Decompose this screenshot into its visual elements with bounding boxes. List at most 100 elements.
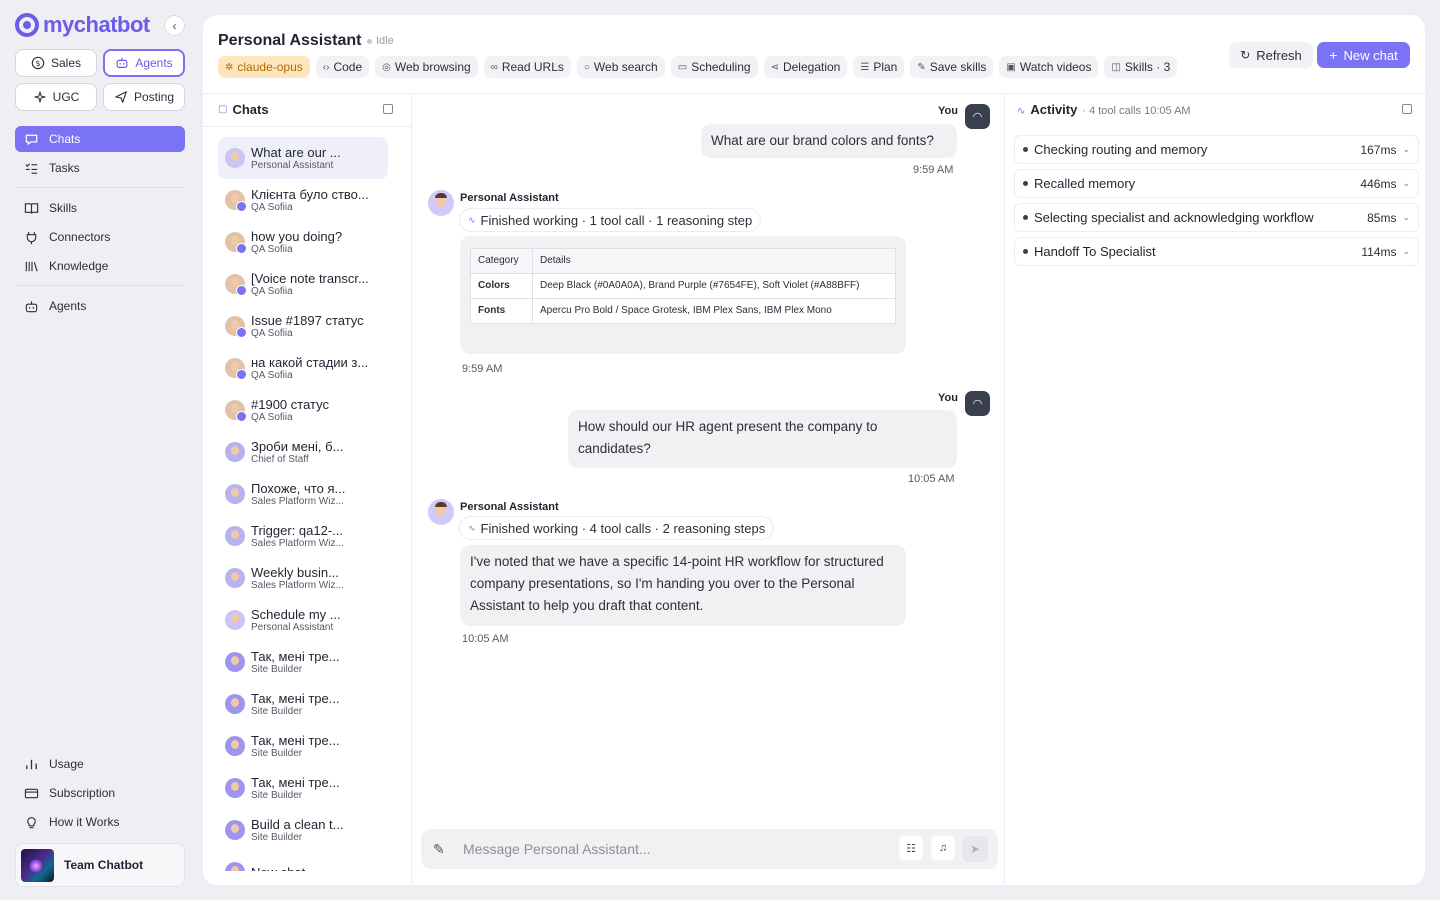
message-time: 10:05 AM [462, 633, 509, 645]
work-summary-chip[interactable]: ∿ Finished working · 4 tool calls · 2 re… [460, 517, 774, 539]
chat-list-item[interactable]: Issue #1897 статус QA Sofiia [218, 305, 388, 347]
activity-item[interactable]: Selecting specialist and acknowledging w… [1014, 203, 1419, 232]
search-icon: ○ [583, 61, 590, 73]
brand[interactable]: mychatbot [15, 12, 150, 38]
nav-knowledge[interactable]: Knowledge [15, 253, 185, 279]
capability-web-browsing[interactable]: ◎ Web browsing [375, 56, 478, 78]
nav-chats[interactable]: Chats [15, 126, 185, 152]
nav-agents-label: Agents [49, 299, 87, 313]
svg-text:$: $ [35, 59, 40, 68]
activity-item[interactable]: Checking routing and memory 167ms ⌄ [1014, 135, 1419, 164]
activity-item-label: Selecting specialist and acknowledging w… [1034, 210, 1314, 225]
capability-read-urls[interactable]: ∞ Read URLs [483, 56, 571, 78]
send-button[interactable]: ➤ [962, 836, 988, 862]
chat-list-item[interactable]: What are our ... Personal Assistant [218, 137, 388, 179]
chat-list-item[interactable]: Schedule my ... Personal Assistant [218, 599, 388, 641]
chat-list-item[interactable]: на какой стадии з... QA Sofiia [218, 347, 388, 389]
message-input[interactable] [463, 829, 883, 869]
capability-plan[interactable]: ☰ Plan [853, 56, 905, 78]
nav-skills[interactable]: Skills [15, 195, 185, 221]
mode-posting-button[interactable]: Posting [103, 83, 185, 111]
activity-item-label: Handoff To Specialist [1034, 244, 1156, 259]
chat-list-item[interactable]: Weekly busin... Sales Platform Wiz... [218, 557, 388, 599]
agent-avatar [225, 652, 245, 672]
collapse-sidebar-button[interactable]: ‹ [164, 15, 185, 36]
table-header-row: Category Details [470, 248, 896, 274]
nav-skills-label: Skills [49, 201, 78, 215]
nav-agents[interactable]: Agents [15, 293, 185, 319]
capability-chips: ✲ claude-opus ‹› Code ◎ Web browsing ∞ Read … [218, 56, 1178, 78]
capability-skills[interactable]: ◫ Skills · 3 [1104, 56, 1178, 78]
activity-item-duration: 85ms [1367, 210, 1397, 225]
mode-agents-button[interactable]: Agents [103, 49, 185, 77]
activity-item[interactable]: Handoff To Specialist 114ms ⌄ [1014, 237, 1419, 266]
assistant-message-text: I've noted that we have a specific 14-po… [470, 554, 884, 613]
capability-web-search[interactable]: ○ Web search [576, 56, 665, 78]
left-sidebar: mychatbot ‹ $ Sales Agents UGC Posting C… [0, 0, 200, 900]
chat-agent-name: Chief of Staff [251, 454, 309, 465]
checklist-button[interactable]: ☷ [899, 836, 923, 860]
chat-list-item[interactable]: New chat [218, 851, 388, 871]
chat-list-item[interactable]: how you doing? QA Sofiia [218, 221, 388, 263]
chat-title: Так, мені тре... [251, 649, 340, 664]
chat-agent-name: Site Builder [251, 706, 303, 717]
bullet-icon [1023, 181, 1028, 186]
refresh-button[interactable]: ↻ Refresh [1229, 42, 1313, 68]
chat-list-item[interactable]: Похоже, что я... Sales Platform Wiz... [218, 473, 388, 515]
nav-connectors[interactable]: Connectors [15, 224, 185, 250]
sparkle-icon [34, 91, 46, 103]
work-summary-text: Finished working · 1 tool call · 1 reaso… [480, 212, 753, 228]
chat-item-text: What are our ... Personal Assistant [251, 145, 341, 171]
chat-list-item[interactable]: Так, мені тре... Site Builder [218, 683, 388, 725]
chat-agent-name: Site Builder [251, 790, 303, 801]
mode-ugc-button[interactable]: UGC [15, 83, 97, 111]
activity-item[interactable]: Recalled memory 446ms ⌄ [1014, 169, 1419, 198]
nav-usage-label: Usage [49, 757, 84, 771]
chat-item-text: на какой стадии з... QA Sofiia [251, 355, 368, 381]
capability-scheduling[interactable]: ▭ Scheduling [670, 56, 758, 78]
paperclip-icon[interactable]: ✎ [433, 841, 445, 858]
work-summary-chip[interactable]: ∿ Finished working · 1 tool call · 1 rea… [460, 209, 761, 231]
chat-list-item[interactable]: Так, мені тре... Site Builder [218, 767, 388, 809]
calendar-icon: ▭ [677, 61, 688, 73]
capability-watch-videos[interactable]: ▣ Watch videos [999, 56, 1099, 78]
capability-delegation[interactable]: ⋖ Delegation [763, 56, 848, 78]
chat-list-item[interactable]: [Voice note transcr... QA Sofiia [218, 263, 388, 305]
book-icon: ◫ [1111, 61, 1121, 73]
agent-avatar [225, 358, 247, 380]
pen-icon: ✎ [917, 61, 926, 73]
mode-agents-label: Agents [135, 56, 173, 70]
microphone-button[interactable]: ♫ [931, 836, 955, 860]
agent-avatar [225, 610, 245, 630]
new-chat-button[interactable]: + New chat [1317, 42, 1410, 68]
nav-subscription[interactable]: Subscription [15, 780, 185, 806]
activity-item-label: Recalled memory [1034, 176, 1136, 191]
model-chip[interactable]: ✲ claude-opus [218, 56, 310, 78]
capability-code[interactable]: ‹› Code [315, 56, 370, 78]
agent-avatar [225, 190, 247, 212]
chat-item-text: #1900 статус QA Sofiia [251, 397, 329, 423]
collapse-chats-icon[interactable] [383, 104, 393, 114]
chat-list-item[interactable]: Так, мені тре... Site Builder [218, 641, 388, 683]
nav-divider [15, 187, 185, 188]
mode-sales-button[interactable]: $ Sales [15, 49, 97, 77]
activity-heading: ∿ Activity · 4 tool calls 10:05 AM [1017, 102, 1191, 117]
chat-list-item[interactable]: Зроби мені, б... Chief of Staff [218, 431, 388, 473]
collapse-activity-icon[interactable] [1402, 104, 1412, 114]
nav-tasks[interactable]: Tasks [15, 155, 185, 181]
team-switcher[interactable]: Team Chatbot [15, 843, 185, 887]
new-chat-label: New chat [1343, 47, 1398, 63]
chat-list-item[interactable]: Клієнта було ство... QA Sofiia [218, 179, 388, 221]
agent-avatar [225, 274, 247, 296]
chat-list-item[interactable]: Build a clean t... Site Builder [218, 809, 388, 851]
capability-label: Skills · 3 [1124, 60, 1171, 74]
chat-item-text: how you doing? QA Sofiia [251, 229, 342, 255]
chat-list-item[interactable]: Trigger: qa12-... Sales Platform Wiz... [218, 515, 388, 557]
chat-list-item[interactable]: #1900 статус QA Sofiia [218, 389, 388, 431]
capability-save-skills[interactable]: ✎ Save skills [910, 56, 994, 78]
nav-how-it-works[interactable]: How it Works [15, 809, 185, 835]
nav-usage[interactable]: Usage [15, 751, 185, 777]
chat-list-item[interactable]: Так, мені тре... Site Builder [218, 725, 388, 767]
model-label: claude-opus [237, 60, 303, 74]
brand-name: mychatbot [43, 12, 150, 37]
